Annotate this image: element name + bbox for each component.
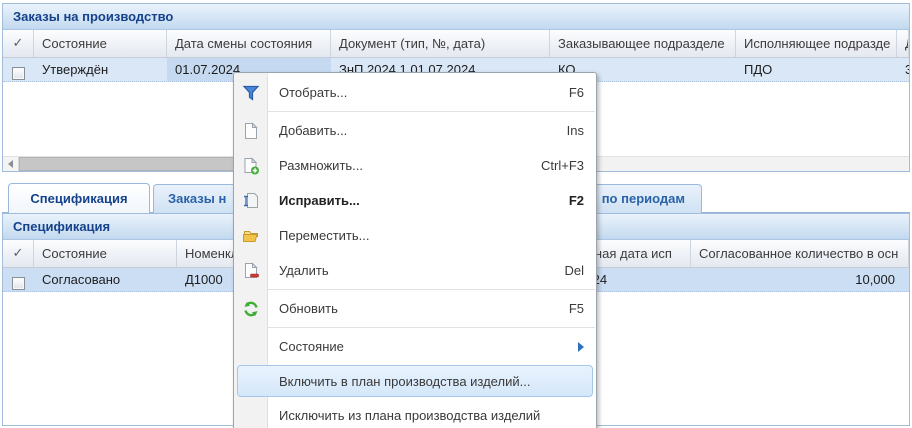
orders-column-document[interactable]: Документ (тип, №, дата) — [331, 30, 550, 57]
orders-row-extra: 3 — [897, 58, 909, 81]
orders-column-extra[interactable]: Д — [897, 30, 909, 57]
orders-row-checkbox-cell — [3, 58, 34, 81]
menu-item-add[interactable]: Добавить... Ins — [234, 113, 596, 148]
menu-item-state[interactable]: Состояние — [234, 329, 596, 364]
orders-check-column-header[interactable]: ✓ — [3, 30, 34, 57]
orders-grid-header: ✓ Состояние Дата смены состояния Докумен… — [3, 30, 909, 58]
orders-row-executing-dept: ПДО — [736, 58, 897, 81]
orders-column-executing-dept[interactable]: Исполняющее подразде — [736, 30, 897, 57]
orders-column-state[interactable]: Состояние — [34, 30, 167, 57]
orders-row-checkbox[interactable] — [12, 67, 25, 80]
orders-panel-title: Заказы на производство — [3, 4, 909, 30]
menu-item-delete[interactable]: Удалить Del — [234, 253, 596, 288]
tab-specification[interactable]: Спецификация — [8, 183, 150, 214]
spec-column-agreed-qty[interactable]: Согласованное количество в осн — [691, 240, 909, 267]
application-window: Заказы на производство ✓ Состояние Дата … — [0, 0, 912, 428]
menu-item-filter[interactable]: Отобрать... F6 — [234, 75, 596, 110]
spec-row-checkbox-cell — [3, 268, 34, 291]
menu-separator — [235, 111, 595, 112]
spec-row-agreed-qty: 10,000 — [691, 268, 909, 291]
menu-item-move[interactable]: Переместить... — [234, 218, 596, 253]
orders-column-ordering-dept[interactable]: Заказывающее подразделе — [550, 30, 736, 57]
menu-item-duplicate[interactable]: Размножить... Ctrl+F3 — [234, 148, 596, 183]
orders-row-state: Утверждён — [34, 58, 167, 81]
context-menu: Отобрать... F6 Добавить... Ins Размножит… — [233, 72, 597, 428]
menu-separator — [235, 289, 595, 290]
scroll-left-button[interactable] — [3, 157, 19, 171]
spec-row-checkbox[interactable] — [12, 277, 25, 290]
menu-item-refresh[interactable]: Обновить F5 — [234, 291, 596, 326]
spec-row-state: Согласовано — [34, 268, 177, 291]
menu-item-include-in-plan[interactable]: Включить в план производства изделий... — [234, 364, 596, 398]
orders-column-state-date[interactable]: Дата смены состояния — [167, 30, 331, 57]
spec-check-column-header[interactable]: ✓ — [3, 240, 34, 267]
menu-separator — [235, 327, 595, 328]
menu-item-exclude-from-plan[interactable]: Исключить из плана производства изделий — [234, 398, 596, 428]
spec-column-state[interactable]: Состояние — [34, 240, 177, 267]
scroll-left-arrow-icon — [8, 160, 13, 168]
menu-item-edit[interactable]: Исправить... F2 — [234, 183, 596, 218]
submenu-arrow-icon — [578, 342, 584, 352]
